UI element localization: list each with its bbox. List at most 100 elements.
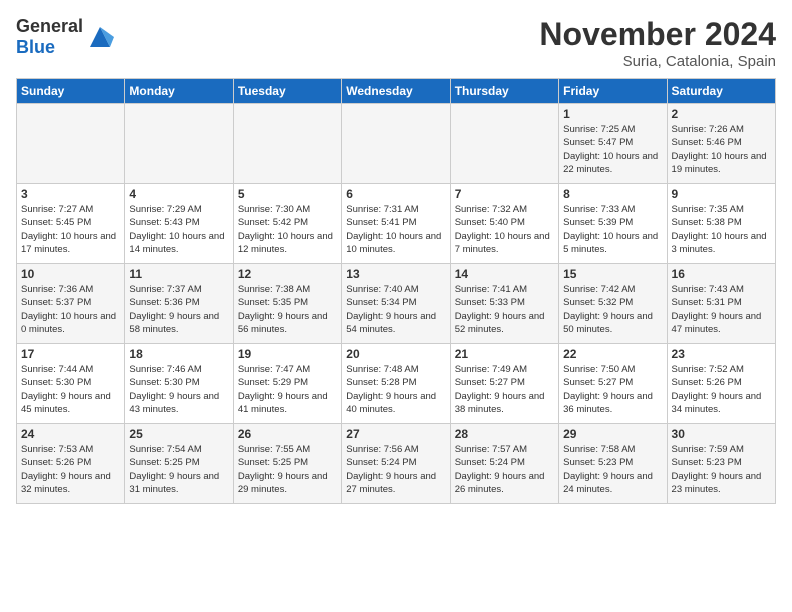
weekday-header-cell: Wednesday — [342, 79, 450, 104]
weekday-header-cell: Friday — [559, 79, 667, 104]
calendar-day-cell: 22 Sunrise: 7:50 AMSunset: 5:27 PMDayligh… — [559, 344, 667, 424]
day-number: 7 — [455, 187, 554, 201]
calendar-day-cell: 27 Sunrise: 7:56 AMSunset: 5:24 PMDayligh… — [342, 424, 450, 504]
calendar-week-row: 3 Sunrise: 7:27 AMSunset: 5:45 PMDaylight… — [17, 184, 776, 264]
day-number: 1 — [563, 107, 662, 121]
day-number: 22 — [563, 347, 662, 361]
calendar-day-cell — [233, 104, 341, 184]
day-info: Sunrise: 7:46 AMSunset: 5:30 PMDaylight:… — [129, 363, 228, 416]
weekday-header-cell: Thursday — [450, 79, 558, 104]
day-info: Sunrise: 7:42 AMSunset: 5:32 PMDaylight:… — [563, 283, 662, 336]
day-number: 6 — [346, 187, 445, 201]
day-number: 18 — [129, 347, 228, 361]
day-number: 26 — [238, 427, 337, 441]
day-info: Sunrise: 7:56 AMSunset: 5:24 PMDaylight:… — [346, 443, 445, 496]
day-info: Sunrise: 7:53 AMSunset: 5:26 PMDaylight:… — [21, 443, 120, 496]
calendar-day-cell: 21 Sunrise: 7:49 AMSunset: 5:27 PMDayligh… — [450, 344, 558, 424]
day-info: Sunrise: 7:29 AMSunset: 5:43 PMDaylight:… — [129, 203, 228, 256]
calendar-day-cell: 3 Sunrise: 7:27 AMSunset: 5:45 PMDaylight… — [17, 184, 125, 264]
day-number: 21 — [455, 347, 554, 361]
calendar-day-cell — [450, 104, 558, 184]
day-info: Sunrise: 7:26 AMSunset: 5:46 PMDaylight:… — [672, 123, 771, 176]
day-number: 8 — [563, 187, 662, 201]
calendar-day-cell: 19Sunrise: 7:47 AMSunset: 5:29 PMDayligh… — [233, 344, 341, 424]
day-number: 29 — [563, 427, 662, 441]
calendar-week-row: 24 Sunrise: 7:53 AMSunset: 5:26 PMDayligh… — [17, 424, 776, 504]
day-number: 10 — [21, 267, 120, 281]
weekday-header-cell: Tuesday — [233, 79, 341, 104]
calendar-day-cell: 8 Sunrise: 7:33 AMSunset: 5:39 PMDaylight… — [559, 184, 667, 264]
day-number: 28 — [455, 427, 554, 441]
calendar-day-cell: 12 Sunrise: 7:38 AMSunset: 5:35 PMDayligh… — [233, 264, 341, 344]
day-info: Sunrise: 7:36 AMSunset: 5:37 PMDaylight:… — [21, 283, 120, 336]
day-number: 14 — [455, 267, 554, 281]
day-info: Sunrise: 7:43 AMSunset: 5:31 PMDaylight:… — [672, 283, 771, 336]
day-info: Sunrise: 7:52 AMSunset: 5:26 PMDaylight:… — [672, 363, 771, 416]
calendar-day-cell — [17, 104, 125, 184]
day-info: Sunrise: 7:48 AMSunset: 5:28 PMDaylight:… — [346, 363, 445, 416]
calendar-day-cell: 10 Sunrise: 7:36 AMSunset: 5:37 PMDayligh… — [17, 264, 125, 344]
calendar-day-cell: 4 Sunrise: 7:29 AMSunset: 5:43 PMDaylight… — [125, 184, 233, 264]
day-number: 13 — [346, 267, 445, 281]
day-number: 16 — [672, 267, 771, 281]
day-info: Sunrise: 7:32 AMSunset: 5:40 PMDaylight:… — [455, 203, 554, 256]
day-number: 23 — [672, 347, 771, 361]
day-info: Sunrise: 7:30 AMSunset: 5:42 PMDaylight:… — [238, 203, 337, 256]
calendar-day-cell: 26 Sunrise: 7:55 AMSunset: 5:25 PMDayligh… — [233, 424, 341, 504]
calendar-week-row: 17Sunrise: 7:44 AMSunset: 5:30 PMDayligh… — [17, 344, 776, 424]
logo-icon — [86, 23, 114, 51]
day-number: 25 — [129, 427, 228, 441]
day-info: Sunrise: 7:59 AMSunset: 5:23 PMDaylight:… — [672, 443, 771, 496]
calendar-day-cell: 20 Sunrise: 7:48 AMSunset: 5:28 PMDayligh… — [342, 344, 450, 424]
calendar-day-cell: 13 Sunrise: 7:40 AMSunset: 5:34 PMDayligh… — [342, 264, 450, 344]
location: Suria, Catalonia, Spain — [539, 53, 776, 70]
day-number: 4 — [129, 187, 228, 201]
calendar-day-cell — [342, 104, 450, 184]
calendar-day-cell: 9Sunrise: 7:35 AMSunset: 5:38 PMDaylight… — [667, 184, 775, 264]
calendar-day-cell: 24 Sunrise: 7:53 AMSunset: 5:26 PMDayligh… — [17, 424, 125, 504]
weekday-header-cell: Monday — [125, 79, 233, 104]
calendar-day-cell: 14Sunrise: 7:41 AMSunset: 5:33 PMDayligh… — [450, 264, 558, 344]
day-info: Sunrise: 7:54 AMSunset: 5:25 PMDaylight:… — [129, 443, 228, 496]
day-info: Sunrise: 7:38 AMSunset: 5:35 PMDaylight:… — [238, 283, 337, 336]
day-number: 15 — [563, 267, 662, 281]
day-info: Sunrise: 7:50 AMSunset: 5:27 PMDaylight:… — [563, 363, 662, 416]
day-info: Sunrise: 7:27 AMSunset: 5:45 PMDaylight:… — [21, 203, 120, 256]
calendar-day-cell: 15 Sunrise: 7:42 AMSunset: 5:32 PMDayligh… — [559, 264, 667, 344]
day-info: Sunrise: 7:44 AMSunset: 5:30 PMDaylight:… — [21, 363, 120, 416]
logo: General Blue — [16, 16, 114, 57]
day-number: 2 — [672, 107, 771, 121]
day-number: 3 — [21, 187, 120, 201]
calendar-day-cell: 23 Sunrise: 7:52 AMSunset: 5:26 PMDayligh… — [667, 344, 775, 424]
day-number: 27 — [346, 427, 445, 441]
day-number: 11 — [129, 267, 228, 281]
day-info: Sunrise: 7:35 AMSunset: 5:38 PMDaylight:… — [672, 203, 771, 256]
weekday-header-row: SundayMondayTuesdayWednesdayThursdayFrid… — [17, 79, 776, 104]
title-block: November 2024 Suria, Catalonia, Spain — [539, 16, 776, 70]
day-info: Sunrise: 7:58 AMSunset: 5:23 PMDaylight:… — [563, 443, 662, 496]
day-info: Sunrise: 7:57 AMSunset: 5:24 PMDaylight:… — [455, 443, 554, 496]
calendar-day-cell — [125, 104, 233, 184]
day-info: Sunrise: 7:37 AMSunset: 5:36 PMDaylight:… — [129, 283, 228, 336]
calendar-day-cell: 28 Sunrise: 7:57 AMSunset: 5:24 PMDayligh… — [450, 424, 558, 504]
day-info: Sunrise: 7:49 AMSunset: 5:27 PMDaylight:… — [455, 363, 554, 416]
day-info: Sunrise: 7:40 AMSunset: 5:34 PMDaylight:… — [346, 283, 445, 336]
calendar-day-cell: 18 Sunrise: 7:46 AMSunset: 5:30 PMDayligh… — [125, 344, 233, 424]
calendar-day-cell: 6 Sunrise: 7:31 AMSunset: 5:41 PMDaylight… — [342, 184, 450, 264]
day-number: 12 — [238, 267, 337, 281]
day-number: 20 — [346, 347, 445, 361]
calendar-day-cell: 7 Sunrise: 7:32 AMSunset: 5:40 PMDaylight… — [450, 184, 558, 264]
day-info: Sunrise: 7:33 AMSunset: 5:39 PMDaylight:… — [563, 203, 662, 256]
calendar-day-cell: 17Sunrise: 7:44 AMSunset: 5:30 PMDayligh… — [17, 344, 125, 424]
logo-blue: Blue — [16, 37, 55, 57]
calendar-day-cell: 16 Sunrise: 7:43 AMSunset: 5:31 PMDayligh… — [667, 264, 775, 344]
logo-general: General — [16, 16, 83, 36]
calendar-week-row: 10 Sunrise: 7:36 AMSunset: 5:37 PMDayligh… — [17, 264, 776, 344]
weekday-header-cell: Saturday — [667, 79, 775, 104]
calendar-day-cell: 1Sunrise: 7:25 AMSunset: 5:47 PMDaylight… — [559, 104, 667, 184]
day-number: 24 — [21, 427, 120, 441]
day-info: Sunrise: 7:55 AMSunset: 5:25 PMDaylight:… — [238, 443, 337, 496]
day-info: Sunrise: 7:31 AMSunset: 5:41 PMDaylight:… — [346, 203, 445, 256]
calendar-day-cell: 11 Sunrise: 7:37 AMSunset: 5:36 PMDayligh… — [125, 264, 233, 344]
day-number: 19 — [238, 347, 337, 361]
